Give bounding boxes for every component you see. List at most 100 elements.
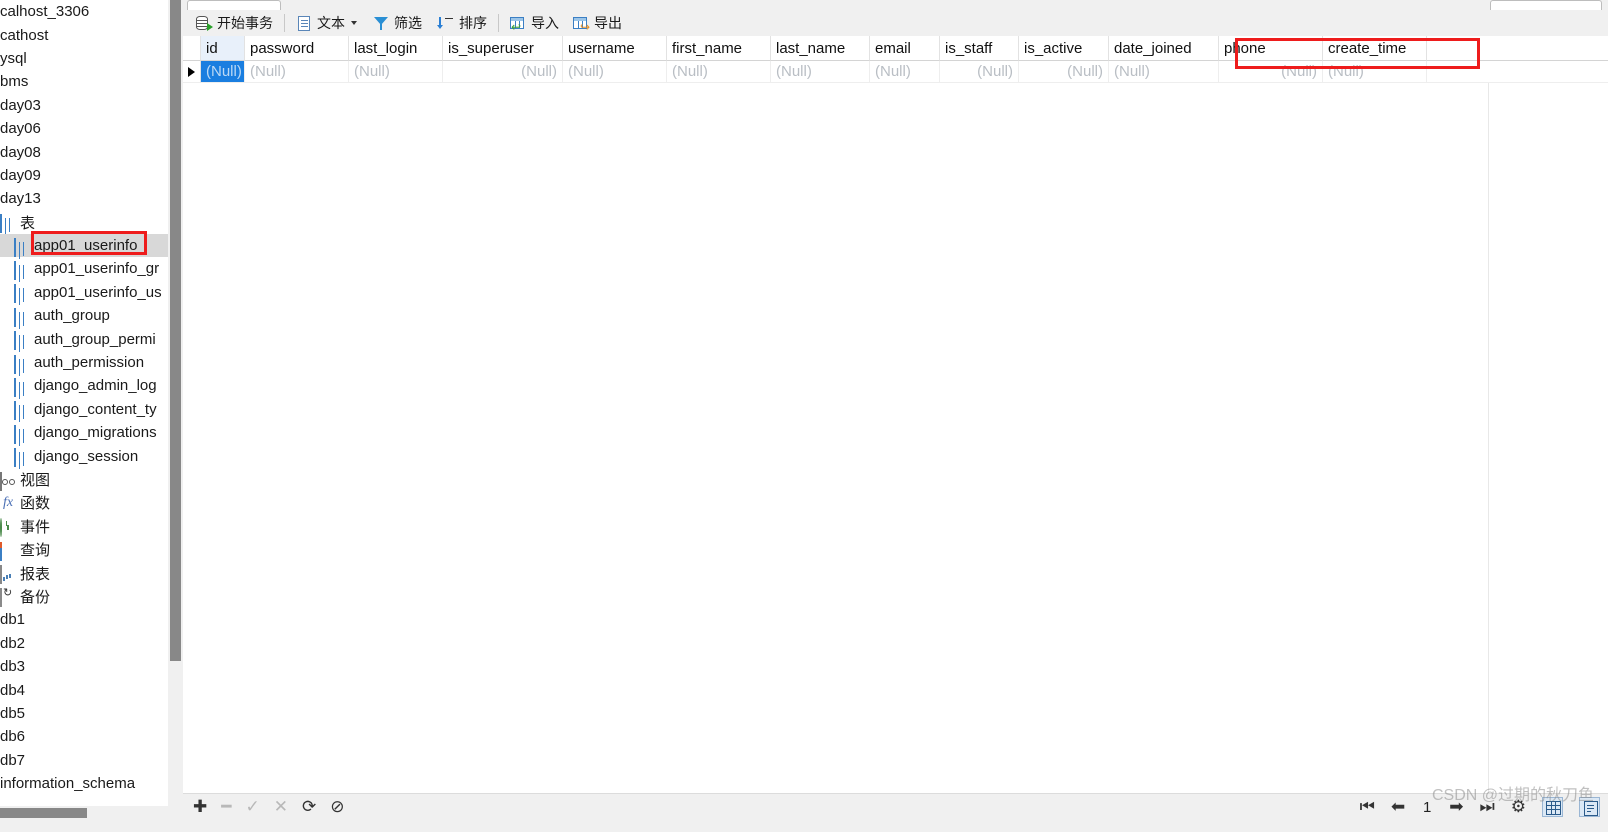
import-wizard-button[interactable]: ↩ 导入	[505, 11, 564, 35]
text-view-button[interactable]: 文本	[291, 11, 362, 35]
sidebar-item-day08[interactable]: day08	[0, 140, 168, 163]
tab-table-data[interactable]	[1490, 0, 1602, 10]
sidebar-item-ysql[interactable]: ysql	[0, 47, 168, 70]
cell-first_name[interactable]: (Null)	[667, 61, 771, 83]
sidebar-item-django_content_ty[interactable]: django_content_ty	[0, 398, 168, 421]
sidebar-item-django_admin_log[interactable]: django_admin_log	[0, 374, 168, 397]
grid-status-bar[interactable]: ✚ ━ ✓ ✕ ⟳ ⊘ ⏮ ⬅ 1 ➡ ⏭ ⚙	[183, 793, 1608, 832]
table-row[interactable]: (Null) (Null) (Null) (Null) (Null) (Null) (Nul…	[183, 61, 1608, 83]
cell-date_joined[interactable]: (Null)	[1109, 61, 1219, 83]
database-tree-list[interactable]: calhost_3306 cathost ysql bms day03 day06 day0…	[0, 0, 168, 795]
sidebar-item-db2[interactable]: db2	[0, 632, 168, 655]
cell-email[interactable]: (Null)	[870, 61, 940, 83]
table-icon	[0, 214, 16, 234]
page-number[interactable]: 1	[1421, 799, 1433, 816]
sidebar-item-[interactable]: 视图	[0, 468, 168, 491]
grid-header-row[interactable]: id password last_login is_superuser username…	[183, 36, 1608, 61]
begin-transaction-button[interactable]: 开始事务	[191, 11, 278, 35]
column-header-is_superuser[interactable]: is_superuser	[443, 36, 563, 61]
event-clock-icon	[0, 518, 16, 538]
cell-id[interactable]: (Null)	[201, 61, 245, 83]
stop-button[interactable]: ⊘	[330, 797, 344, 817]
sidebar-item-db1[interactable]: db1	[0, 608, 168, 631]
cell-is_superuser[interactable]: (Null)	[443, 61, 563, 83]
cell-is_staff[interactable]: (Null)	[940, 61, 1019, 83]
last-page-button[interactable]: ⏭	[1479, 797, 1494, 817]
form-view-button[interactable]	[1579, 797, 1600, 817]
export-wizard-button[interactable]: ↪ 导出	[568, 11, 627, 35]
column-header-username[interactable]: username	[563, 36, 667, 61]
data-grid[interactable]: id password last_login is_superuser username…	[183, 36, 1608, 793]
sidebar-item-[interactable]: fx 函数	[0, 491, 168, 514]
cell-last_login[interactable]: (Null)	[349, 61, 443, 83]
column-header-last_login[interactable]: last_login	[349, 36, 443, 61]
column-header-is_staff[interactable]: is_staff	[940, 36, 1019, 61]
cell-phone[interactable]: (Null)	[1219, 61, 1323, 83]
record-action-buttons[interactable]: ✚ ━ ✓ ✕ ⟳ ⊘	[193, 797, 345, 817]
apply-changes-button[interactable]: ✓	[246, 797, 260, 817]
sidebar-item-app01_userinfo_gr[interactable]: app01_userinfo_gr	[0, 257, 168, 280]
add-record-button[interactable]: ✚	[193, 797, 207, 817]
sidebar-item-bms[interactable]: bms	[0, 70, 168, 93]
column-header-last_name[interactable]: last_name	[771, 36, 870, 61]
sidebar-item-django_session[interactable]: django_session	[0, 444, 168, 468]
settings-button[interactable]: ⚙	[1511, 797, 1526, 817]
sidebar-item-django_migrations[interactable]: django_migrations	[0, 421, 168, 444]
sidebar-item-day09[interactable]: day09	[0, 164, 168, 187]
sidebar-item-[interactable]: 查询	[0, 538, 168, 561]
sidebar-item-db6[interactable]: db6	[0, 725, 168, 748]
sidebar-item-information_schema[interactable]: information_schema	[0, 772, 168, 795]
column-header-id[interactable]: id	[201, 36, 245, 61]
database-tree-sidebar[interactable]: calhost_3306 cathost ysql bms day03 day06 day0…	[0, 0, 168, 806]
sidebar-item-day03[interactable]: day03	[0, 94, 168, 117]
cell-create_time[interactable]: (Null)	[1323, 61, 1427, 83]
column-header-create_time[interactable]: create_time	[1323, 36, 1427, 61]
grid-view-button[interactable]	[1542, 797, 1563, 817]
column-header-is_active[interactable]: is_active	[1019, 36, 1109, 61]
record-navigation-buttons[interactable]: ⏮ ⬅ 1 ➡ ⏭ ⚙	[1360, 797, 1600, 817]
column-header-first_name[interactable]: first_name	[667, 36, 771, 61]
sidebar-item-[interactable]: 表	[0, 211, 168, 234]
cell-last_name[interactable]: (Null)	[771, 61, 870, 83]
sidebar-item-day06[interactable]: day06	[0, 117, 168, 140]
sidebar-item-auth_group[interactable]: auth_group	[0, 304, 168, 327]
sidebar-item-db5[interactable]: db5	[0, 702, 168, 725]
sidebar-vertical-scrollbar-thumb[interactable]	[170, 0, 181, 661]
sidebar-item-db7[interactable]: db7	[0, 749, 168, 772]
sidebar-item-auth_permission[interactable]: auth_permission	[0, 351, 168, 374]
table-icon	[14, 401, 30, 421]
sidebar-item-app01_userinfo_us[interactable]: app01_userinfo_us	[0, 281, 168, 304]
sidebar-horizontal-scrollbar-thumb[interactable]	[0, 808, 87, 818]
previous-page-button[interactable]: ⬅	[1391, 797, 1405, 817]
column-header-phone[interactable]: phone	[1219, 36, 1323, 61]
sidebar-item-db4[interactable]: db4	[0, 678, 168, 701]
cell-is_active[interactable]: (Null)	[1019, 61, 1109, 83]
sidebar-item-cathost[interactable]: cathost	[0, 23, 168, 46]
chevron-down-icon[interactable]	[351, 21, 357, 25]
next-page-button[interactable]: ➡	[1449, 797, 1463, 817]
sidebar-item-calhost_3306[interactable]: calhost_3306	[0, 0, 168, 23]
sidebar-item-label: 视图	[20, 472, 51, 489]
refresh-button[interactable]: ⟳	[302, 797, 316, 817]
sidebar-item-label: day09	[0, 166, 41, 184]
sidebar-item-[interactable]: 报表	[0, 561, 168, 585]
sidebar-item-[interactable]: 备份	[0, 585, 168, 608]
grid-toolbar[interactable]: 开始事务 文本 筛选 排序 ↩ 导入 ↪ 导出	[183, 10, 1608, 36]
first-page-button[interactable]: ⏮	[1360, 797, 1375, 817]
column-header-email[interactable]: email	[870, 36, 940, 61]
sidebar-item-day13[interactable]: day13	[0, 187, 168, 210]
sidebar-item-[interactable]: 事件	[0, 515, 168, 538]
cell-username[interactable]: (Null)	[563, 61, 667, 83]
sidebar-item-db3[interactable]: db3	[0, 655, 168, 678]
cell-password[interactable]: (Null)	[245, 61, 349, 83]
sort-button[interactable]: 排序	[433, 11, 492, 35]
tab-object-list[interactable]	[187, 0, 281, 10]
table-icon	[14, 424, 30, 444]
delete-record-button[interactable]: ━	[221, 797, 231, 817]
column-header-password[interactable]: password	[245, 36, 349, 61]
sidebar-item-auth_group_permi[interactable]: auth_group_permi	[0, 327, 168, 351]
column-header-date_joined[interactable]: date_joined	[1109, 36, 1219, 61]
cancel-changes-button[interactable]: ✕	[274, 797, 288, 817]
sidebar-item-app01_userinfo[interactable]: app01_userinfo	[0, 233, 168, 258]
filter-button[interactable]: 筛选	[368, 11, 427, 35]
